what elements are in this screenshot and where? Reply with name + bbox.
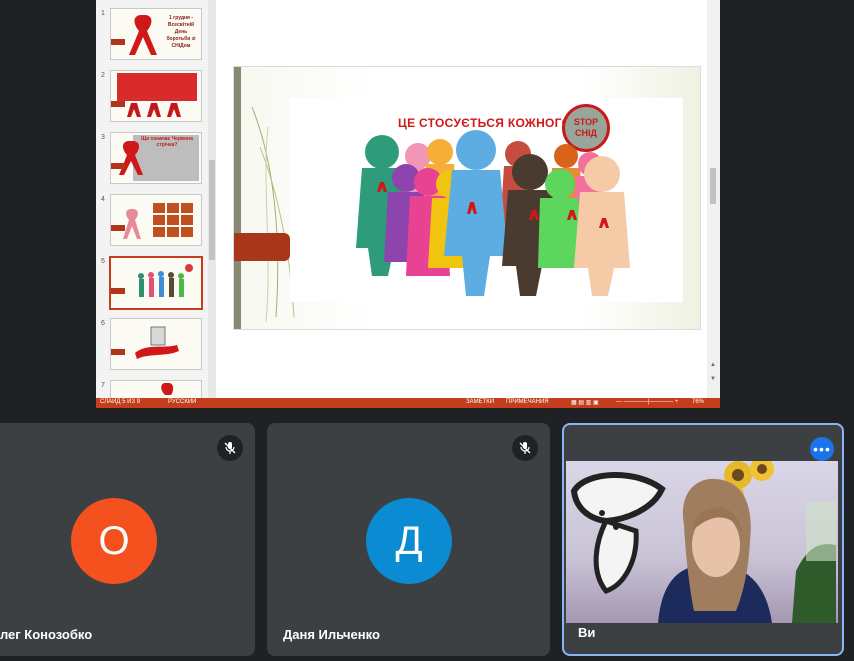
slide-thumbnail-6[interactable] [110, 318, 202, 370]
thumbnail-number: 2 [101, 72, 105, 79]
slide-counter: СЛАЙД 5 ИЗ 9 [100, 399, 141, 405]
thumbnail-scrollbar[interactable] [208, 0, 216, 398]
mic-off-icon [217, 435, 243, 461]
people-figures-icon [138, 264, 193, 297]
participant-tile[interactable]: Д Даня Ильченко [267, 423, 550, 656]
fist-ribbon-icon [135, 326, 179, 359]
zoom-level[interactable]: 76% [692, 399, 704, 405]
notes-button[interactable]: ЗАМЕТКИ [466, 399, 494, 405]
participant-name: Олег Конозобко [0, 627, 93, 642]
thumbnail-number: 5 [101, 258, 105, 265]
ribbon-row-icon [127, 103, 181, 117]
language-indicator[interactable]: РУССКИЙ [168, 399, 196, 405]
current-slide: ЦЕ СТОСУЄТЬСЯ КОЖНОГО! STOP СНІД [233, 66, 701, 330]
slide-image: ЦЕ СТОСУЄТЬСЯ КОЖНОГО! STOP СНІД [290, 98, 683, 302]
thumbnail-number: 1 [101, 10, 105, 17]
powerpoint-status-bar: СЛАЙД 5 ИЗ 9 РУССКИЙ ЗАМЕТКИ ПРИМЕЧАНИЯ … [96, 398, 720, 408]
shared-screen: 1 1 грудня - Всесвітній День боротьби зі… [96, 0, 720, 408]
slide-thumbnail-4[interactable] [110, 194, 202, 246]
slide-thumbnail-1[interactable]: 1 грудня - Всесвітній День боротьби зі С… [110, 8, 202, 60]
people-figures-illustration [356, 130, 630, 296]
participant-tile[interactable]: О Олег Конозобко [0, 423, 255, 656]
slide-thumbnail-7[interactable] [110, 380, 202, 400]
thumbnail-number: 4 [101, 196, 105, 203]
slide-canvas: ЦЕ СТОСУЄТЬСЯ КОЖНОГО! STOP СНІД [217, 0, 704, 398]
slide-thumbnail-3[interactable]: Що означає Червона стрічка? [110, 132, 202, 184]
slide-thumbnail-2[interactable] [110, 70, 202, 122]
webcam-scene [570, 461, 836, 623]
view-buttons-icon[interactable]: ▦ ▤ ▥ ▣ [571, 399, 599, 406]
zoom-slider[interactable]: — ————|———— + [616, 399, 678, 405]
slide-thumbnail-pane: 1 1 грудня - Всесвітній День боротьби зі… [96, 0, 209, 400]
red-ribbon-icon [161, 383, 174, 395]
icon-grid-icon [123, 203, 193, 239]
slide-scrollbar[interactable]: ▲ ▼ [707, 0, 720, 398]
thumbnail-title: Що означає Червона стрічка? [141, 136, 193, 148]
prev-slide-icon[interactable]: ▲ [710, 362, 716, 368]
mic-off-icon [512, 435, 538, 461]
thumbnail-number: 3 [101, 134, 105, 141]
avatar: О [71, 498, 157, 584]
comments-button[interactable]: ПРИМЕЧАНИЯ [506, 399, 549, 405]
thumbnail-number: 6 [101, 320, 105, 327]
more-options-icon[interactable]: ••• [810, 437, 834, 461]
next-slide-icon[interactable]: ▼ [710, 376, 716, 382]
thumbnail-number: 7 [101, 382, 105, 389]
avatar: Д [366, 498, 452, 584]
slide-accent-tab [234, 233, 290, 261]
camera-video [566, 461, 838, 623]
participant-tile-self[interactable]: ••• Ви [562, 423, 844, 656]
thumbnail-title: 1 грудня - Всесвітній День боротьби зі С… [166, 15, 196, 49]
participant-name: Даня Ильченко [283, 627, 380, 642]
slide-thumbnail-5[interactable] [109, 256, 203, 310]
participant-name: Ви [578, 625, 596, 640]
